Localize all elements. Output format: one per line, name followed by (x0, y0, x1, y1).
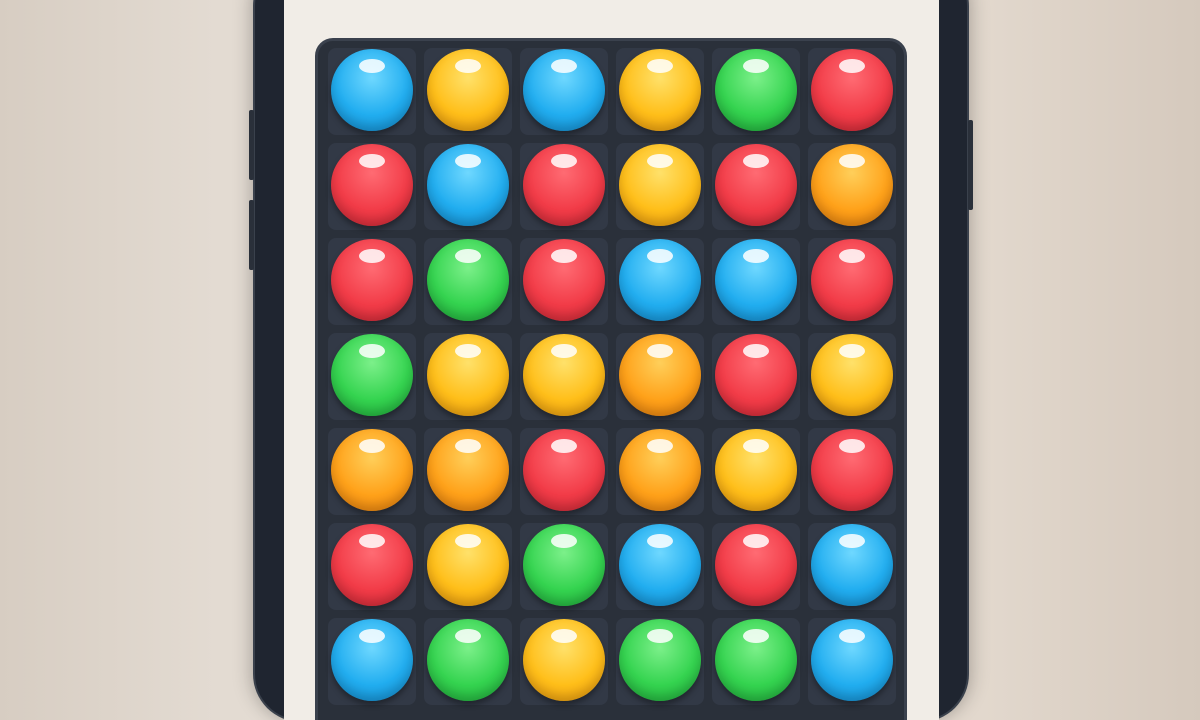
red-ball[interactable] (331, 524, 413, 606)
orange-ball[interactable] (427, 429, 509, 511)
grid-cell[interactable] (420, 234, 516, 329)
yellow-ball[interactable] (427, 49, 509, 131)
grid-cell[interactable] (516, 234, 612, 329)
grid-cell[interactable] (324, 614, 420, 709)
game-board (315, 38, 907, 720)
red-ball[interactable] (811, 429, 893, 511)
game-screen (284, 0, 939, 720)
green-ball[interactable] (715, 619, 797, 701)
red-ball[interactable] (715, 524, 797, 606)
blue-ball[interactable] (619, 524, 701, 606)
blue-ball[interactable] (619, 239, 701, 321)
grid-cell[interactable] (516, 139, 612, 234)
grid-cell[interactable] (324, 234, 420, 329)
yellow-ball[interactable] (619, 49, 701, 131)
red-ball[interactable] (331, 239, 413, 321)
grid-cell[interactable] (324, 329, 420, 424)
grid-cell[interactable] (708, 519, 804, 614)
orange-ball[interactable] (811, 144, 893, 226)
blue-ball[interactable] (523, 49, 605, 131)
grid-cell[interactable] (804, 329, 900, 424)
blue-ball[interactable] (331, 49, 413, 131)
ball-grid (324, 44, 900, 709)
grid-cell[interactable] (612, 424, 708, 519)
orange-ball[interactable] (331, 429, 413, 511)
grid-cell[interactable] (804, 614, 900, 709)
green-ball[interactable] (427, 619, 509, 701)
blue-ball[interactable] (811, 524, 893, 606)
red-ball[interactable] (811, 239, 893, 321)
green-ball[interactable] (427, 239, 509, 321)
yellow-ball[interactable] (715, 429, 797, 511)
grid-cell[interactable] (324, 44, 420, 139)
grid-cell[interactable] (420, 519, 516, 614)
grid-cell[interactable] (708, 614, 804, 709)
grid-cell[interactable] (708, 139, 804, 234)
grid-cell[interactable] (324, 519, 420, 614)
red-ball[interactable] (523, 144, 605, 226)
grid-cell[interactable] (804, 44, 900, 139)
red-ball[interactable] (331, 144, 413, 226)
grid-cell[interactable] (324, 424, 420, 519)
grid-cell[interactable] (804, 139, 900, 234)
blue-ball[interactable] (715, 239, 797, 321)
green-ball[interactable] (331, 334, 413, 416)
yellow-ball[interactable] (811, 334, 893, 416)
grid-cell[interactable] (516, 614, 612, 709)
grid-cell[interactable] (708, 234, 804, 329)
grid-cell[interactable] (420, 44, 516, 139)
grid-cell[interactable] (708, 329, 804, 424)
phone-power-button (968, 120, 973, 210)
phone-side-button (249, 200, 254, 270)
yellow-ball[interactable] (619, 144, 701, 226)
phone-frame (249, 0, 973, 720)
grid-cell[interactable] (804, 424, 900, 519)
red-ball[interactable] (811, 49, 893, 131)
grid-cell[interactable] (420, 329, 516, 424)
green-ball[interactable] (715, 49, 797, 131)
grid-cell[interactable] (516, 329, 612, 424)
red-ball[interactable] (523, 429, 605, 511)
grid-cell[interactable] (420, 424, 516, 519)
green-ball[interactable] (523, 524, 605, 606)
grid-cell[interactable] (612, 234, 708, 329)
grid-cell[interactable] (708, 44, 804, 139)
yellow-ball[interactable] (427, 334, 509, 416)
grid-cell[interactable] (708, 424, 804, 519)
grid-cell[interactable] (420, 614, 516, 709)
grid-cell[interactable] (612, 519, 708, 614)
orange-ball[interactable] (619, 334, 701, 416)
grid-cell[interactable] (804, 234, 900, 329)
yellow-ball[interactable] (427, 524, 509, 606)
yellow-ball[interactable] (523, 334, 605, 416)
red-ball[interactable] (523, 239, 605, 321)
green-ball[interactable] (619, 619, 701, 701)
grid-cell[interactable] (516, 519, 612, 614)
grid-cell[interactable] (612, 139, 708, 234)
phone-side-button (249, 110, 254, 180)
blue-ball[interactable] (331, 619, 413, 701)
red-ball[interactable] (715, 334, 797, 416)
grid-cell[interactable] (516, 44, 612, 139)
orange-ball[interactable] (619, 429, 701, 511)
grid-cell[interactable] (420, 139, 516, 234)
blue-ball[interactable] (811, 619, 893, 701)
grid-cell[interactable] (804, 519, 900, 614)
grid-cell[interactable] (324, 139, 420, 234)
red-ball[interactable] (715, 144, 797, 226)
blue-ball[interactable] (427, 144, 509, 226)
grid-cell[interactable] (612, 44, 708, 139)
grid-cell[interactable] (612, 329, 708, 424)
grid-cell[interactable] (516, 424, 612, 519)
grid-cell[interactable] (612, 614, 708, 709)
yellow-ball[interactable] (523, 619, 605, 701)
